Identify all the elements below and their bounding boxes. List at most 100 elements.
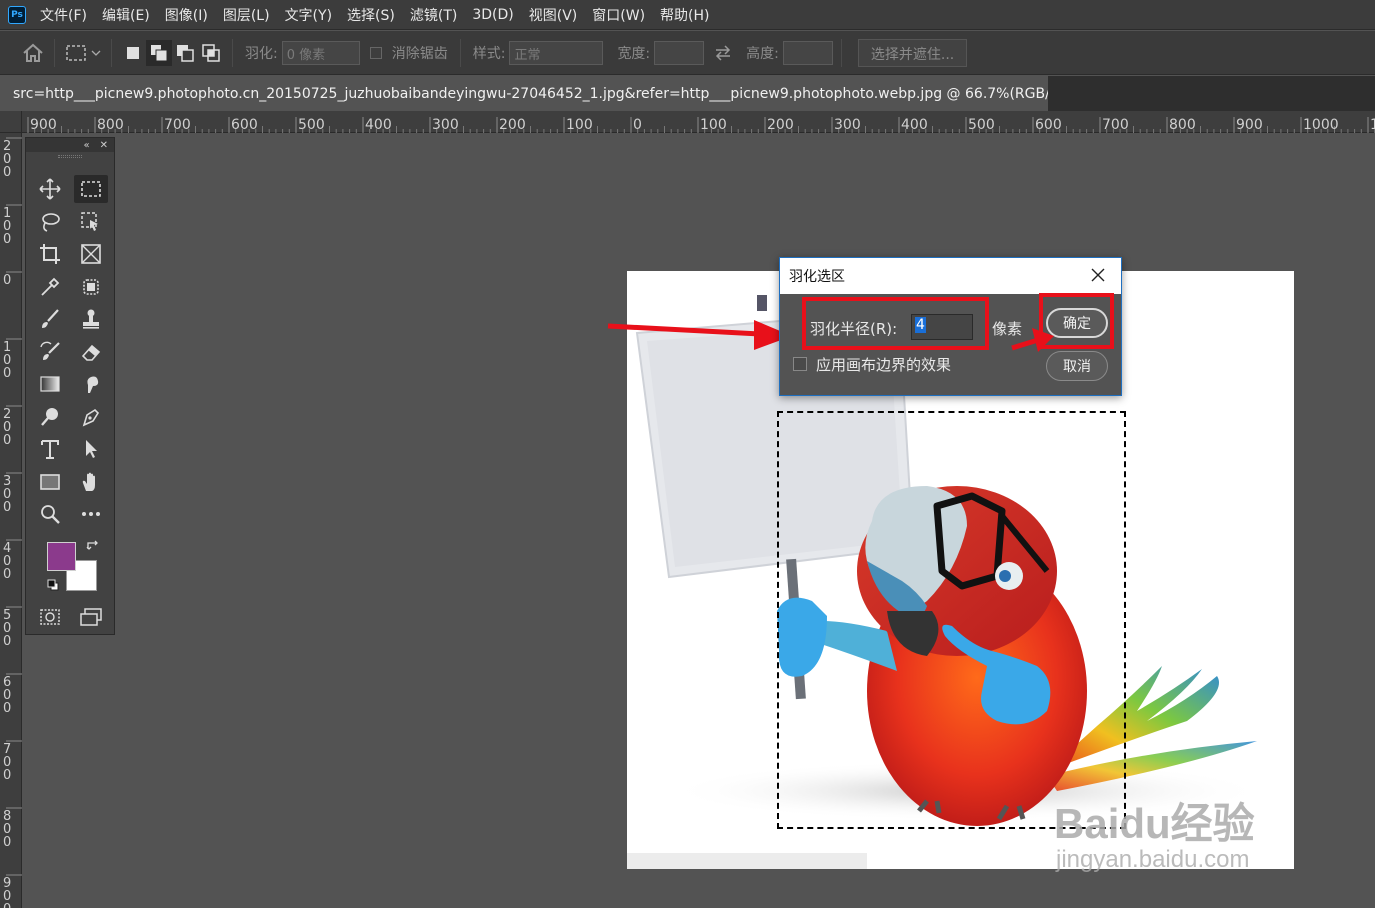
- antialias-checkbox[interactable]: [369, 46, 382, 59]
- separator: [232, 38, 233, 67]
- add-to-selection-icon[interactable]: [146, 39, 172, 66]
- dialog-title-bar: 羽化选区: [780, 258, 1121, 294]
- width-input[interactable]: [654, 40, 705, 65]
- path-selection-icon[interactable]: [74, 435, 108, 463]
- annotation-arrow-1: [607, 320, 792, 350]
- ruler-label-digit: 0: [3, 273, 11, 288]
- photoshop-logo: Ps: [8, 5, 26, 24]
- ruler-label: 300: [834, 117, 861, 133]
- eyedropper-icon[interactable]: [33, 273, 67, 301]
- ruler-vertical: 2001000100200300400500600700800900: [0, 133, 22, 908]
- document-tab[interactable]: src=http___picnew9.photophoto.cn_2015072…: [0, 76, 1048, 111]
- object-selection-icon[interactable]: [74, 208, 108, 236]
- gradient-icon[interactable]: [33, 370, 67, 398]
- style-select[interactable]: 正常: [509, 40, 604, 65]
- ruler-vertical-ticks: 2001000100200300400500600700800900: [3, 137, 22, 908]
- menu-help[interactable]: 帮助(H): [660, 5, 709, 25]
- more-tools-icon[interactable]: [74, 500, 108, 528]
- new-selection-icon[interactable]: [120, 40, 146, 66]
- swap-colors-icon[interactable]: [86, 540, 100, 556]
- ruler-label: 200: [767, 117, 794, 133]
- lasso-icon[interactable]: [33, 208, 67, 236]
- close-icon[interactable]: ✕: [100, 140, 108, 151]
- document-tab-bar: src=http___picnew9.photophoto.cn_2015072…: [0, 76, 1375, 111]
- ruler-label-digit: 0: [3, 567, 11, 582]
- ruler-label: 400: [901, 117, 928, 133]
- height-label: 高度:: [746, 45, 779, 62]
- separator: [111, 38, 112, 67]
- feather-input[interactable]: 0 像素: [281, 40, 360, 65]
- tools-panel-header: « ✕: [26, 138, 114, 152]
- menu-3d[interactable]: 3D(D): [472, 7, 513, 23]
- ruler-label: 500: [968, 117, 995, 133]
- foreground-color-swatch[interactable]: [47, 542, 76, 571]
- ruler-label: 500: [298, 117, 325, 133]
- ruler-label-digit: 0: [3, 835, 11, 850]
- ruler-label-digit: 0: [3, 500, 11, 515]
- crop-icon[interactable]: [33, 240, 67, 268]
- subtract-selection-icon[interactable]: [172, 40, 198, 66]
- clone-stamp-icon[interactable]: [74, 305, 108, 333]
- move-tool-icon[interactable]: [33, 175, 67, 203]
- brush-icon[interactable]: [33, 305, 67, 333]
- ruler-corner: [0, 111, 22, 133]
- ruler-label-digit: 0: [3, 232, 11, 247]
- quick-mask-icon[interactable]: [33, 603, 67, 631]
- ruler-label-digit: 0: [3, 165, 11, 180]
- ruler-label: 1000: [1303, 117, 1339, 133]
- history-brush-icon[interactable]: [33, 338, 67, 366]
- width-label: 宽度:: [617, 45, 651, 62]
- menu-window[interactable]: 窗口(W): [592, 5, 645, 25]
- collapse-icon[interactable]: «: [83, 140, 89, 151]
- separator: [840, 38, 842, 67]
- menu-view[interactable]: 视图(V): [529, 5, 578, 25]
- menu-file[interactable]: 文件(F): [40, 5, 87, 25]
- menu-select[interactable]: 选择(S): [347, 5, 395, 25]
- menu-bar: Ps 文件(F) 编辑(E) 图像(I) 图层(L) 文字(Y) 选择(S) 滤…: [0, 0, 1375, 30]
- dodge-icon[interactable]: [33, 403, 67, 431]
- antialias-label: 消除锯齿: [391, 45, 448, 62]
- smudge-icon[interactable]: [74, 370, 108, 398]
- select-and-mask-button[interactable]: 选择并遮住...: [857, 38, 968, 67]
- selection-marquee: [777, 411, 1126, 829]
- marquee-preset-icon[interactable]: [63, 40, 89, 66]
- hand-icon[interactable]: [74, 468, 108, 496]
- ruler-label: 800: [97, 117, 124, 133]
- ruler-label: 300: [432, 117, 459, 133]
- rectangle-tool-icon[interactable]: [33, 468, 67, 496]
- ruler-label: 200: [499, 117, 526, 133]
- panel-grip[interactable]: [26, 152, 114, 160]
- ruler-label-digit: 0: [3, 768, 11, 783]
- watermark-logo: Baidu经验: [1054, 800, 1255, 847]
- zoom-icon[interactable]: [33, 500, 67, 528]
- chevron-down-icon[interactable]: [89, 40, 103, 66]
- height-input[interactable]: [782, 40, 833, 65]
- screen-mode-icon[interactable]: [74, 603, 108, 631]
- apply-canvas-checkbox[interactable]: [793, 357, 807, 371]
- ruler-label-digit: 0: [3, 902, 11, 908]
- rectangular-marquee-icon[interactable]: [74, 175, 108, 203]
- watermark-url: jingyan.baidu.com: [1056, 846, 1250, 873]
- menu-type[interactable]: 文字(Y): [285, 5, 332, 25]
- default-colors-icon[interactable]: [47, 579, 59, 595]
- annotation-arrow-2: [1011, 328, 1054, 352]
- ruler-horizontal: 900 800 700 600 500 400 300 200 100 0 100 200 300 400…: [22, 111, 1375, 133]
- highlight-radius-box: [802, 297, 989, 350]
- separator: [54, 38, 55, 67]
- menu-image[interactable]: 图像(I): [165, 5, 208, 25]
- type-tool-icon[interactable]: [33, 435, 67, 463]
- healing-brush-icon[interactable]: [74, 273, 108, 301]
- ruler-label-digit: 0: [3, 433, 11, 448]
- intersect-selection-icon[interactable]: [198, 40, 224, 66]
- ruler-label: 0: [633, 117, 642, 133]
- menu-layer[interactable]: 图层(L): [223, 5, 270, 25]
- feather-label: 羽化:: [245, 45, 278, 62]
- menu-edit[interactable]: 编辑(E): [102, 5, 150, 25]
- eraser-icon[interactable]: [74, 338, 108, 366]
- menu-filter[interactable]: 滤镜(T): [410, 5, 457, 25]
- close-icon[interactable]: [1087, 264, 1109, 286]
- pen-icon[interactable]: [74, 403, 108, 431]
- home-icon[interactable]: [20, 40, 46, 66]
- frame-icon[interactable]: [74, 240, 108, 268]
- swap-arrows-icon[interactable]: [710, 40, 736, 66]
